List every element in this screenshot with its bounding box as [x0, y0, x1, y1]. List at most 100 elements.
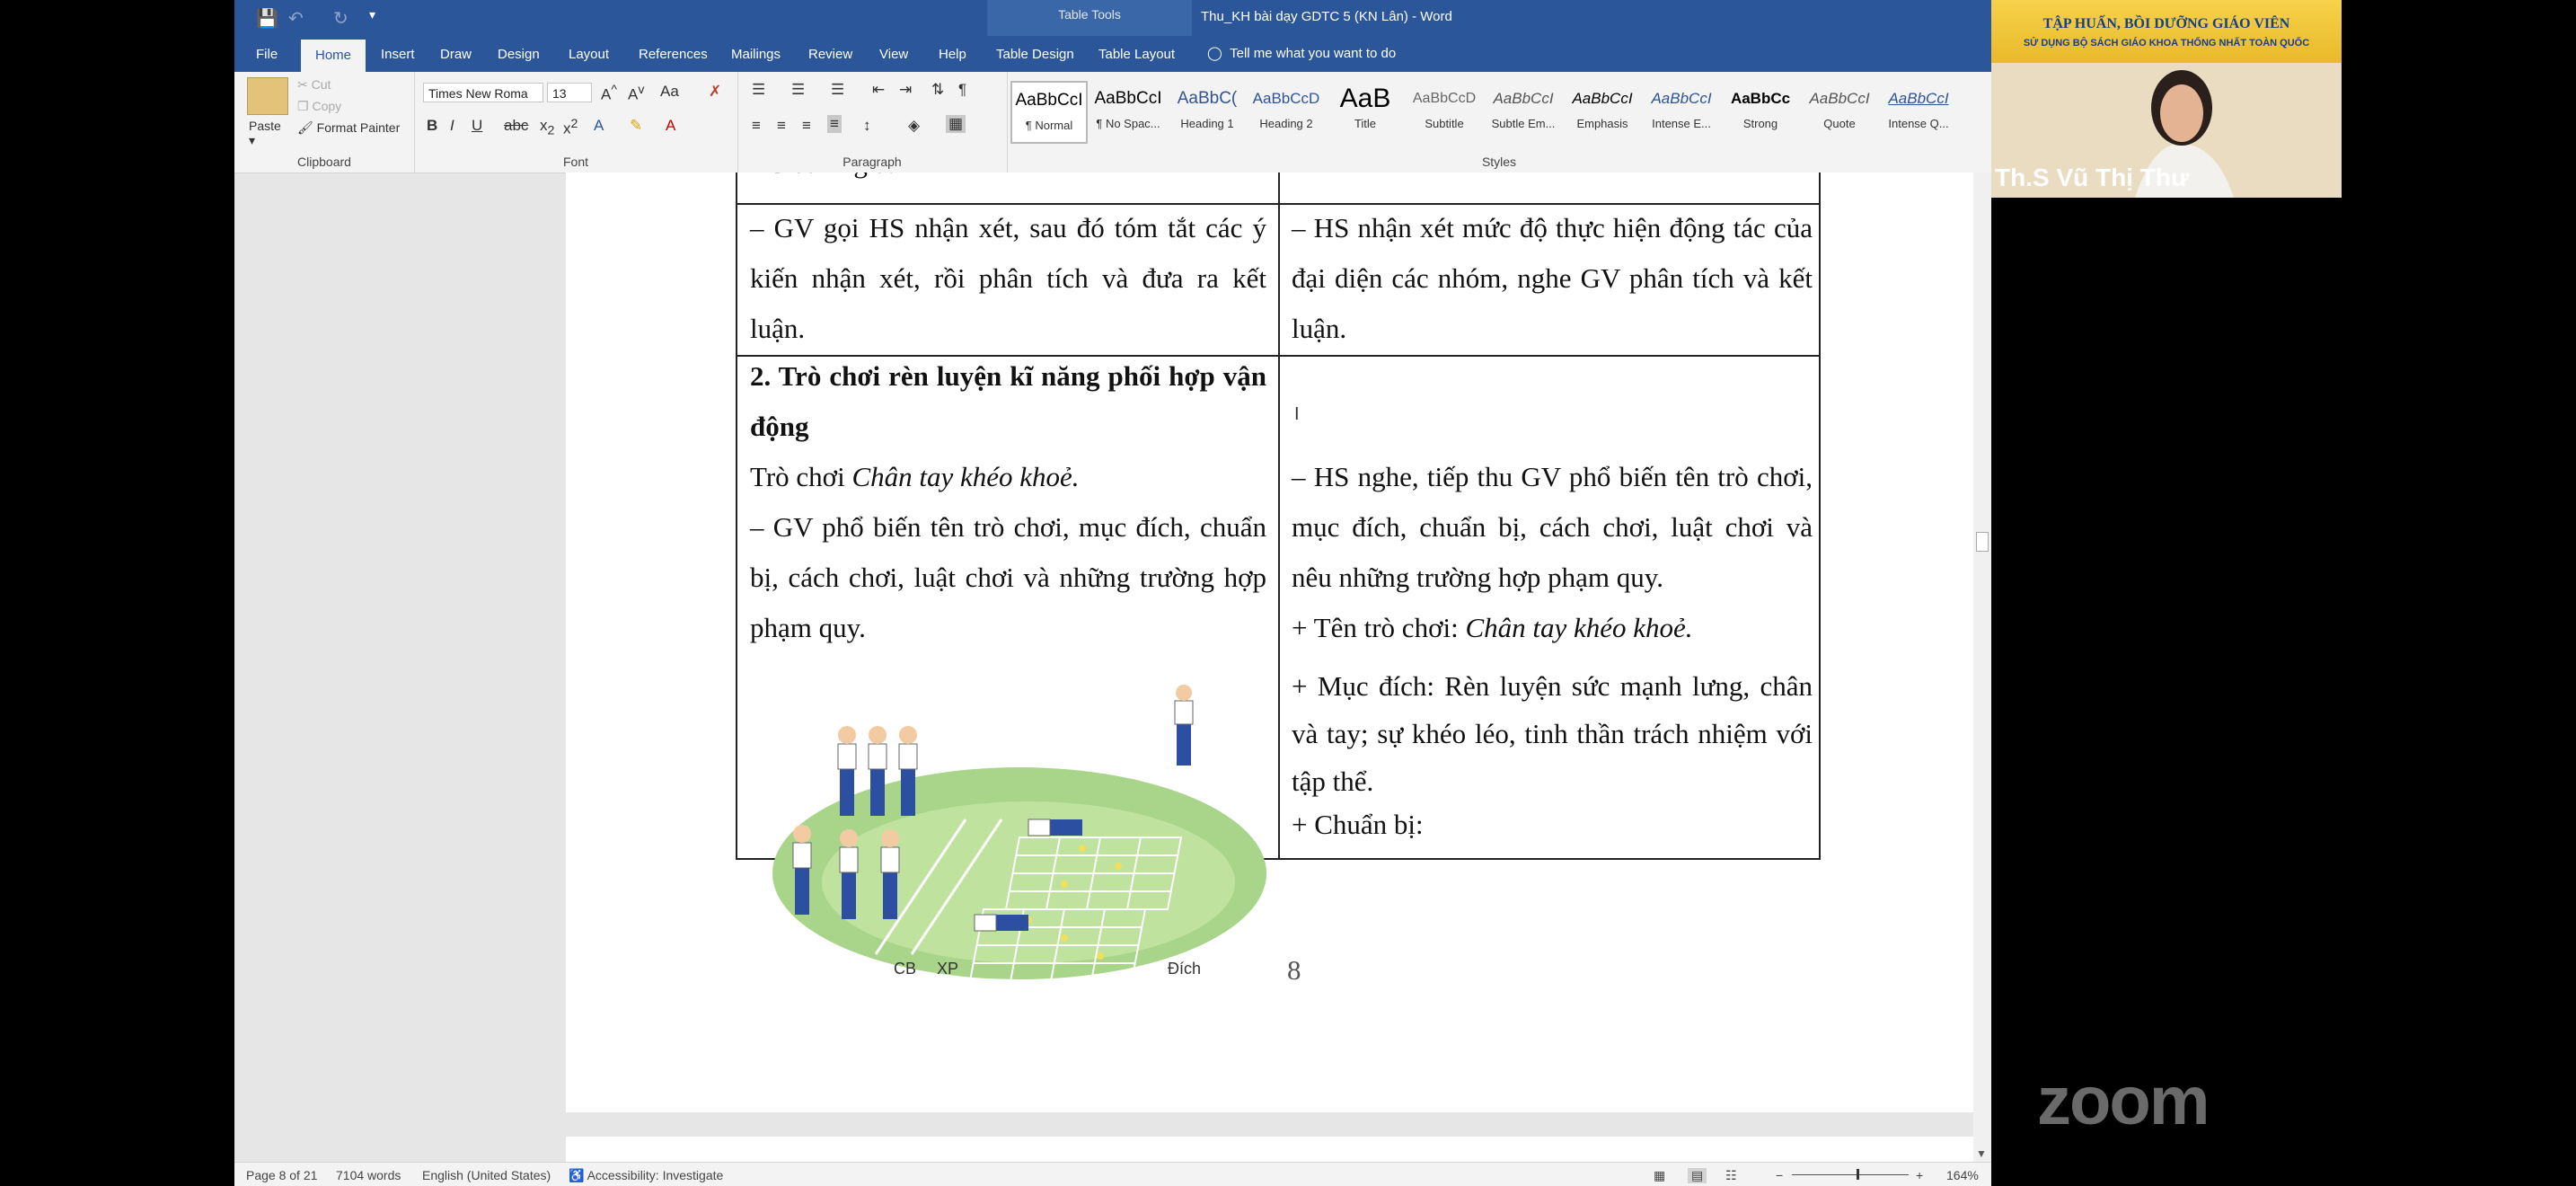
align-center-icon[interactable]: ≡: [777, 117, 786, 135]
zoom-slider[interactable]: [1792, 1169, 1909, 1180]
font-size-combo[interactable]: 13: [547, 83, 592, 102]
zoom-level[interactable]: 164%: [1946, 1168, 1979, 1182]
shrink-font-icon[interactable]: Av: [628, 83, 644, 104]
zoom-slider-thumb[interactable]: [1857, 1169, 1859, 1180]
grow-font-icon[interactable]: A^: [601, 83, 617, 104]
print-layout-view-icon[interactable]: ▤: [1688, 1168, 1707, 1183]
web-layout-icon[interactable]: ☷: [1725, 1168, 1737, 1183]
style-emphasis[interactable]: AaBbCcI Emphasis: [1564, 81, 1641, 144]
tab-mailings[interactable]: Mailings: [731, 47, 781, 62]
tab-table-layout[interactable]: Table Layout: [1098, 47, 1175, 62]
bold-icon[interactable]: B: [427, 117, 437, 135]
justify-icon[interactable]: ≡: [827, 115, 842, 133]
document-title: Thu_KH bài dạy GDTC 5 (KN Lân) - Word: [1201, 9, 1452, 24]
numbering-icon[interactable]: ☰: [791, 81, 805, 99]
style-intense-emphasis[interactable]: AaBbCcI Intense E...: [1643, 81, 1720, 144]
save-icon[interactable]: 💾: [256, 7, 278, 30]
customize-toolbar-icon[interactable]: ▾: [369, 7, 375, 22]
word-count[interactable]: 7104 words: [336, 1168, 401, 1182]
preparation-text: + Chuẩn bị:: [1292, 809, 1424, 840]
hs-response: – HS nghe, tiếp thu GV phổ biến tên trò …: [1292, 461, 1813, 593]
align-left-icon[interactable]: ≡: [752, 117, 761, 135]
style-no-spacing[interactable]: AaBbCcI ¶ No Spac...: [1090, 81, 1167, 144]
sort-icon[interactable]: ⇅: [931, 81, 944, 99]
tab-layout[interactable]: Layout: [569, 47, 609, 62]
change-case-icon[interactable]: Aa: [660, 83, 679, 101]
superscript-icon[interactable]: x2: [563, 117, 578, 138]
strikethrough-icon[interactable]: abc: [504, 117, 528, 135]
paste-icon[interactable]: [247, 77, 288, 115]
redo-icon[interactable]: ↻: [333, 7, 348, 30]
shading-icon[interactable]: ◈: [908, 117, 920, 135]
style-intense-quote[interactable]: AaBbCcI Intense Q...: [1880, 81, 1957, 144]
tab-home[interactable]: Home: [301, 40, 366, 72]
zoom-in-icon[interactable]: +: [1916, 1168, 1923, 1182]
subscript-icon[interactable]: x2: [540, 117, 554, 137]
presenter-video: TẬP HUẤN, BỒI DƯỠNG GIÁO VIÊN SỬ DỤNG BỘ…: [1991, 0, 2342, 198]
underline-icon[interactable]: U: [472, 117, 482, 135]
read-mode-icon[interactable]: ▦: [1654, 1168, 1665, 1183]
style-strong[interactable]: AaBbCc Strong: [1722, 81, 1799, 144]
tab-file[interactable]: File: [256, 47, 278, 62]
game-name-line: + Tên trò chơi: Chân tay khéo khoẻ.: [1292, 612, 1693, 643]
page-indicator[interactable]: Page 8 of 21: [246, 1168, 317, 1182]
format-painter-button[interactable]: 🖌 Format Painter: [297, 120, 400, 136]
style-title[interactable]: AaB Title: [1327, 81, 1404, 144]
tab-design[interactable]: Design: [498, 47, 540, 62]
cell-hs-conclusion: – HS nhận xét mức độ thực hiện động tác …: [1292, 212, 1813, 344]
paragraph-group: ☰ ☰ ☰ ⇤ ⇥ ⇅ ¶ ≡ ≡ ≡ ≡ ↕ ◈ ▦ Paragraph: [737, 72, 1008, 173]
banner-title: TẬP HUẤN, BỒI DƯỠNG GIÁO VIÊN: [2042, 16, 2290, 31]
font-group: Times New Roma 13 A^ Av Aa ✗ B I U abc x…: [414, 72, 738, 173]
tab-review[interactable]: Review: [808, 47, 852, 62]
tell-me-text: Tell me what you want to do: [1230, 46, 1397, 61]
align-right-icon[interactable]: ≡: [802, 117, 811, 135]
scroll-thumb[interactable]: [1976, 532, 1989, 552]
highlight-icon[interactable]: ✎: [630, 117, 642, 135]
style-quote[interactable]: AaBbCcI Quote: [1801, 81, 1878, 144]
bullets-icon[interactable]: ☰: [752, 81, 765, 99]
tab-references[interactable]: References: [639, 47, 708, 62]
style-subtle-emphasis[interactable]: AaBbCcI Subtle Em...: [1485, 81, 1562, 144]
multilevel-list-icon[interactable]: ☰: [831, 81, 844, 99]
paste-button[interactable]: Paste: [249, 119, 281, 133]
zoom-out-icon[interactable]: −: [1776, 1168, 1783, 1182]
cut-button[interactable]: ✂ Cut: [297, 77, 331, 93]
language-indicator[interactable]: English (United States): [422, 1168, 551, 1182]
borders-icon[interactable]: ▦: [946, 115, 966, 133]
undo-icon[interactable]: ↶: [288, 7, 304, 30]
style-normal[interactable]: AaBbCcI ¶ Normal: [1010, 81, 1088, 144]
accessibility-status[interactable]: ♿ Accessibility: Investigate: [569, 1168, 723, 1183]
tab-help[interactable]: Help: [939, 47, 966, 62]
tab-insert[interactable]: Insert: [381, 47, 415, 62]
show-marks-icon[interactable]: ¶: [958, 81, 966, 99]
italic-icon[interactable]: I: [450, 117, 454, 135]
font-color-icon[interactable]: A: [666, 117, 675, 135]
decrease-indent-icon[interactable]: ⇤: [872, 81, 885, 99]
text-effects-icon[interactable]: A: [594, 117, 604, 135]
tab-view[interactable]: View: [879, 47, 908, 62]
zoom-logo: zoom: [2037, 1063, 2210, 1139]
paste-dropdown-icon[interactable]: ▾: [249, 133, 255, 148]
clear-formatting-icon[interactable]: ✗: [709, 83, 721, 101]
style-subtitle[interactable]: AaBbCcD Subtitle: [1406, 81, 1483, 144]
scroll-down-icon[interactable]: ▼: [1976, 1147, 1987, 1160]
table-tools-label: Table Tools: [1058, 7, 1121, 22]
vertical-scrollbar[interactable]: ▼: [1973, 173, 1991, 1162]
page-number: 8: [1287, 954, 1301, 986]
font-group-label: Font: [562, 155, 588, 169]
copy-button[interactable]: ❐ Copy: [297, 99, 341, 114]
brush-icon: 🖌: [297, 120, 317, 135]
copy-icon: ❐: [297, 99, 313, 113]
document-page[interactable]: HS đánh giá. – GV gọi HS nhận xét, sau đ…: [566, 173, 1989, 1112]
tab-table-design[interactable]: Table Design: [996, 47, 1074, 62]
line-spacing-icon[interactable]: ↕: [863, 117, 871, 135]
tell-me-search[interactable]: ◯ Tell me what you want to do: [1207, 45, 1396, 61]
style-heading-1[interactable]: AaBbC(Heading 1: [1169, 81, 1246, 144]
increase-indent-icon[interactable]: ⇥: [899, 81, 912, 99]
font-name-combo[interactable]: Times New Roma: [423, 83, 543, 102]
cell-top-fragment: HS đánh giá.: [750, 173, 1262, 189]
section-heading: 2. Trò chơi rèn luyện kĩ năng phối hợp v…: [750, 360, 1266, 442]
accessibility-icon: ♿: [569, 1168, 587, 1182]
style-heading-2[interactable]: AaBbCcD Heading 2: [1248, 81, 1325, 144]
tab-draw[interactable]: Draw: [440, 47, 472, 62]
